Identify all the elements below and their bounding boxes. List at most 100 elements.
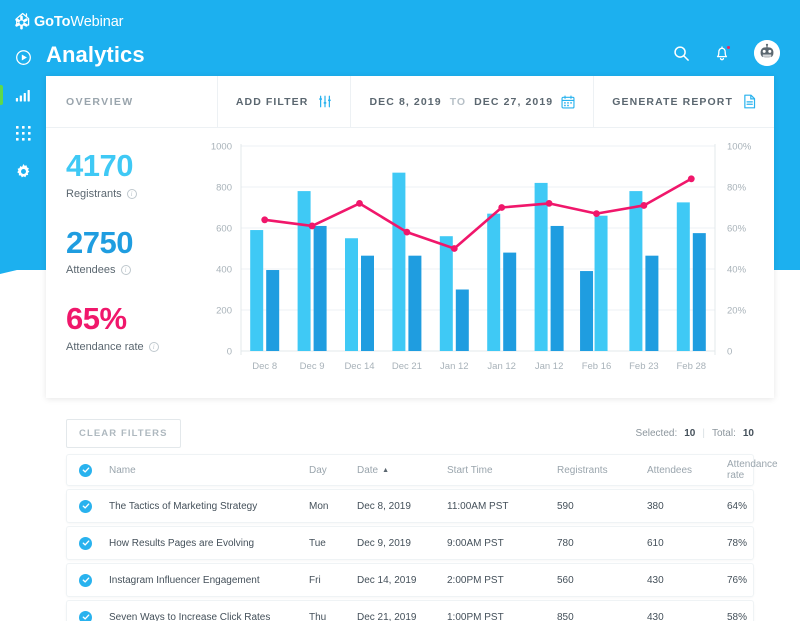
row-select-cell [79,610,109,621]
document-icon [744,94,756,109]
line-point-attendance-rate[interactable] [403,228,411,236]
logo-bold-text: GoTo [34,14,71,30]
info-icon[interactable]: i [148,341,159,352]
cell-start-time: 2:00PM PST [447,574,504,586]
select-all-checkbox[interactable] [79,463,92,477]
stat-registrants-label: Registrants [66,187,122,200]
y2-axis-tick-label: 40% [727,265,747,276]
y2-axis-tick-label: 20% [727,306,747,317]
stat-attendance-rate-label: Attendance rate [66,340,144,353]
bar-attendees[interactable] [408,255,422,351]
search-button[interactable] [673,45,690,62]
table-row[interactable]: Seven Ways to Increase Click Rates Thu Dec… [66,600,754,621]
row-checkbox[interactable] [79,610,92,621]
selected-label: Selected: [635,427,678,439]
bar-attendees[interactable] [503,252,517,351]
table-row[interactable]: How Results Pages are Evolving Tue Dec 9, … [66,526,754,560]
bar-registrants[interactable] [297,191,311,351]
date-range-picker[interactable]: DEC 8, 2019 TO DEC 27, 2019 [350,76,593,127]
info-icon[interactable]: i [126,188,137,199]
line-attendance-rate[interactable] [263,177,693,250]
row-select-cell [79,499,109,513]
x-axis-tick-label: Jan 12 [487,361,516,372]
bar-registrants[interactable] [594,215,608,351]
sidebar-item-analytics[interactable] [0,76,46,114]
y2-axis-tick-label: 0 [727,347,732,358]
bar-registrants[interactable] [629,191,643,351]
sidebar-item-apps[interactable] [0,114,46,152]
avatar[interactable] [754,40,780,66]
notifications-button[interactable] [714,44,731,62]
analytics-card: OVERVIEW ADD FILTER DEC 8, 2019 TO DEC 2… [46,76,774,398]
cell-registrants: 590 [557,500,574,512]
header-attendees[interactable]: Attendees [647,465,727,476]
cell-day: Mon [309,500,329,512]
header-date-label: Date [357,464,379,476]
avatar-icon [754,40,780,66]
bar-attendees[interactable] [550,225,564,351]
clear-filters-button[interactable]: CLEAR FILTERS [66,418,181,448]
gotowebinar-logo[interactable]: GoToWebinar [14,12,124,32]
table-row[interactable]: The Tactics of Marketing Strategy Mon Dec … [66,489,754,523]
line-point-attendance-rate[interactable] [450,245,458,252]
y-axis-tick-label: 0 [227,347,232,358]
line-point-attendance-rate[interactable] [593,210,600,218]
bar-registrants[interactable] [250,230,264,351]
generate-report-button[interactable]: GENERATE REPORT [593,76,774,127]
line-point-attendance-rate[interactable] [640,202,648,209]
sidebar-item-videos[interactable] [0,38,46,76]
bar-registrants[interactable] [392,172,406,351]
table-controls: CLEAR FILTERS Selected: 10 | Total: 10 [66,412,754,454]
total-label: Total: [711,427,736,439]
line-point-attendance-rate[interactable] [545,200,553,207]
cell-start-time: 9:00AM PST [447,537,504,549]
table-row[interactable]: Instagram Influencer Engagement Fri Dec 14… [66,563,754,597]
cell-attendees: 610 [647,537,664,549]
bar-registrants[interactable] [439,236,453,351]
header-registrants[interactable]: Registrants [557,465,647,476]
header-start-time[interactable]: Start Time [447,465,557,476]
sidebar-item-settings[interactable] [0,152,46,190]
search-icon [674,45,689,61]
cell-name: Seven Ways to Increase Click Rates [109,611,271,621]
line-point-attendance-rate[interactable] [498,204,506,211]
header-actions [673,40,780,66]
date-to-label: TO [449,95,467,108]
stat-attendees-value: 2750 [66,224,133,260]
row-checkbox[interactable] [79,573,92,587]
bar-attendees[interactable] [692,233,706,351]
bar-attendees[interactable] [266,270,280,351]
cell-registrants: 780 [557,537,574,549]
bar-attendees[interactable] [313,225,327,351]
cell-attendees: 380 [647,500,664,512]
cell-day: Tue [309,537,326,549]
bar-registrants[interactable] [487,213,501,351]
line-point-attendance-rate[interactable] [356,200,363,207]
cell-attendance-rate: 78% [727,537,748,549]
selection-counts: Selected: 10 | Total: 10 [636,428,754,439]
bar-registrants[interactable] [345,238,358,351]
cell-day: Fri [309,574,321,586]
row-checkbox[interactable] [79,536,92,550]
line-point-attendance-rate[interactable] [687,175,695,183]
bar-attendees[interactable] [455,289,469,352]
header-date[interactable]: Date ▲ [357,465,447,476]
line-point-attendance-rate[interactable] [308,222,316,230]
bar-attendees[interactable] [580,271,594,351]
header-day[interactable]: Day [309,465,357,476]
bar-registrants[interactable] [534,182,548,351]
info-icon[interactable]: i [120,265,131,276]
x-axis-tick-label: Jan 12 [535,361,564,372]
line-point-attendance-rate[interactable] [261,216,269,224]
row-select-cell [79,536,109,550]
bar-registrants[interactable] [676,202,690,351]
cell-attendance-rate: 58% [727,611,748,621]
header-attendance-rate[interactable]: Attendance rate [727,459,778,481]
add-filter-button[interactable]: ADD FILTER [216,76,351,127]
y-axis-tick-label: 800 [216,183,232,194]
row-checkbox[interactable] [79,499,92,513]
gotowebinar-asterisk-icon [15,15,28,29]
header-name[interactable]: Name [109,465,309,476]
bar-attendees[interactable] [361,255,374,351]
bar-attendees[interactable] [645,255,659,351]
